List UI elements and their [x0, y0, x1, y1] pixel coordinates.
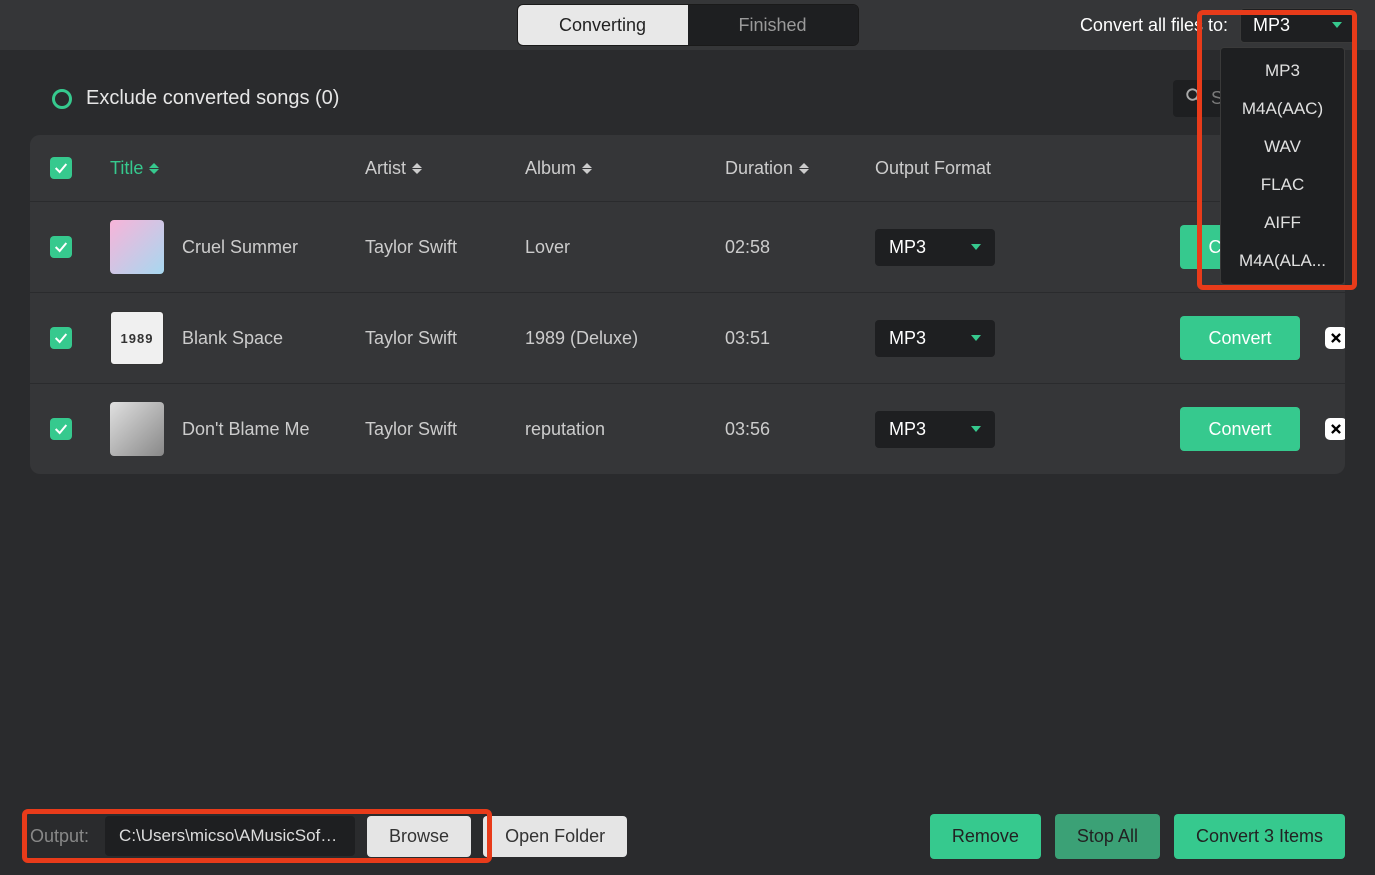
convert-all-label: Convert all files to:	[1080, 15, 1228, 36]
row-checkbox[interactable]	[50, 418, 72, 440]
album-art	[110, 402, 164, 456]
row-checkbox[interactable]	[50, 236, 72, 258]
format-option[interactable]: FLAC	[1221, 166, 1344, 204]
row-format-select[interactable]: MP3	[875, 411, 995, 448]
exclude-converted-toggle[interactable]: Exclude converted songs (0)	[52, 87, 339, 110]
table-header: Title Artist Album Duration Output Forma…	[30, 135, 1345, 201]
convert-button[interactable]: Convert	[1180, 316, 1300, 360]
col-title[interactable]: Title	[110, 158, 365, 179]
search-icon	[1185, 87, 1203, 110]
open-folder-button[interactable]: Open Folder	[483, 816, 627, 857]
table-row: Blank Space Taylor Swift 1989 (Deluxe) 0…	[30, 292, 1345, 383]
sort-icon	[412, 163, 422, 174]
circle-icon	[52, 89, 72, 109]
row-format-select[interactable]: MP3	[875, 229, 995, 266]
format-dropdown: MP3 M4A(AAC) WAV FLAC AIFF M4A(ALA...	[1220, 47, 1345, 285]
chevron-down-icon	[971, 244, 981, 250]
chevron-down-icon	[971, 335, 981, 341]
song-artist: Taylor Swift	[365, 328, 525, 349]
stop-all-button[interactable]: Stop All	[1055, 814, 1160, 859]
song-album: 1989 (Deluxe)	[525, 328, 725, 349]
format-select[interactable]: MP3	[1240, 8, 1355, 43]
sort-icon	[799, 163, 809, 174]
format-option[interactable]: M4A(ALA...	[1221, 242, 1344, 280]
row-format-select[interactable]: MP3	[875, 320, 995, 357]
format-select-value: MP3	[1253, 15, 1290, 36]
convert-button[interactable]: Convert	[1180, 407, 1300, 451]
remove-row-button[interactable]	[1325, 327, 1345, 349]
album-art	[110, 311, 164, 365]
song-album: Lover	[525, 237, 725, 258]
footer: Output: C:\Users\micso\AMusicSoft\... Br…	[0, 797, 1375, 875]
format-option[interactable]: MP3	[1221, 52, 1344, 90]
col-output: Output Format	[875, 158, 1180, 179]
convert-all-button[interactable]: Convert 3 Items	[1174, 814, 1345, 859]
song-duration: 02:58	[725, 237, 875, 258]
browse-button[interactable]: Browse	[367, 816, 471, 857]
sort-icon	[149, 163, 159, 174]
format-option[interactable]: WAV	[1221, 128, 1344, 166]
song-title: Cruel Summer	[182, 237, 298, 258]
song-album: reputation	[525, 419, 725, 440]
col-artist[interactable]: Artist	[365, 158, 525, 179]
remove-button[interactable]: Remove	[930, 814, 1041, 859]
row-checkbox[interactable]	[50, 327, 72, 349]
song-artist: Taylor Swift	[365, 237, 525, 258]
song-title: Don't Blame Me	[182, 419, 310, 440]
format-option[interactable]: AIFF	[1221, 204, 1344, 242]
exclude-label: Exclude converted songs (0)	[86, 87, 339, 110]
format-option[interactable]: M4A(AAC)	[1221, 90, 1344, 128]
col-duration[interactable]: Duration	[725, 158, 875, 179]
output-path[interactable]: C:\Users\micso\AMusicSoft\...	[105, 816, 355, 856]
tab-finished[interactable]: Finished	[688, 5, 858, 45]
tab-converting[interactable]: Converting	[518, 5, 688, 45]
sort-icon	[582, 163, 592, 174]
chevron-down-icon	[971, 426, 981, 432]
output-label: Output:	[30, 826, 89, 847]
song-duration: 03:51	[725, 328, 875, 349]
remove-row-button[interactable]	[1325, 418, 1345, 440]
song-duration: 03:56	[725, 419, 875, 440]
chevron-down-icon	[1332, 22, 1342, 28]
table-row: Cruel Summer Taylor Swift Lover 02:58 MP…	[30, 201, 1345, 292]
select-all-checkbox[interactable]	[50, 157, 72, 179]
col-album[interactable]: Album	[525, 158, 725, 179]
song-title: Blank Space	[182, 328, 283, 349]
tab-toggle: Converting Finished	[517, 4, 859, 46]
song-artist: Taylor Swift	[365, 419, 525, 440]
table-row: Don't Blame Me Taylor Swift reputation 0…	[30, 383, 1345, 474]
song-table: Title Artist Album Duration Output Forma…	[30, 135, 1345, 474]
album-art	[110, 220, 164, 274]
